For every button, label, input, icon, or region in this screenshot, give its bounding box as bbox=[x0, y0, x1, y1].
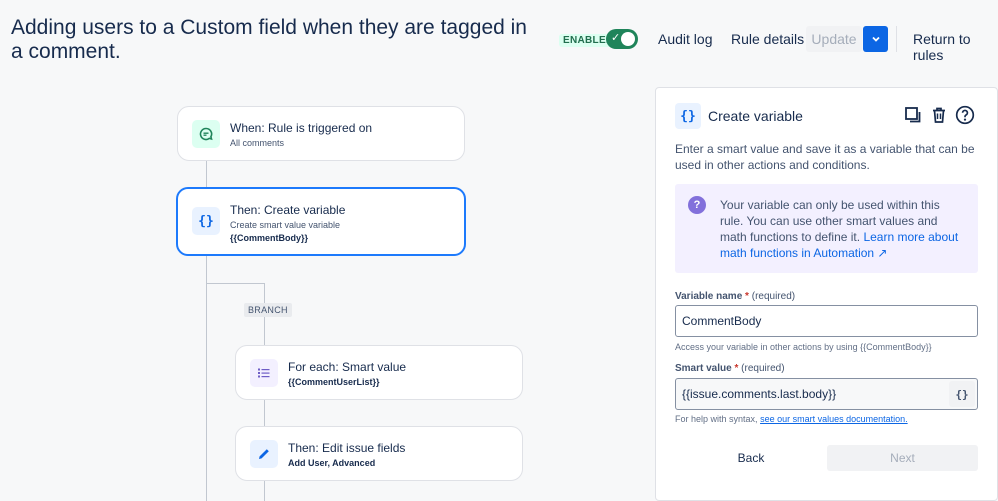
variable-icon: {} bbox=[675, 103, 701, 129]
connector-line bbox=[206, 255, 207, 501]
edit-fields-title: Then: Edit issue fields bbox=[288, 441, 406, 455]
question-icon: ? bbox=[688, 196, 706, 214]
connector-line bbox=[264, 399, 265, 427]
trigger-card[interactable]: When: Rule is triggered on All comments bbox=[177, 106, 465, 161]
connector-line bbox=[206, 160, 207, 188]
enabled-toggle[interactable]: ✓ bbox=[606, 29, 638, 49]
required-mark: * bbox=[745, 291, 749, 302]
update-button[interactable]: Update bbox=[806, 26, 862, 52]
variable-name-input[interactable]: CommentBody bbox=[675, 305, 978, 337]
config-panel: {} Create variable Enter a smart value a… bbox=[655, 87, 998, 501]
variable-name-value: CommentBody bbox=[682, 314, 762, 328]
create-variable-card[interactable]: {} Then: Create variable Create smart va… bbox=[176, 187, 466, 256]
for-each-title: For each: Smart value bbox=[288, 360, 407, 374]
panel-description: Enter a smart value and save it as a var… bbox=[675, 142, 975, 172]
smart-values-docs-link[interactable]: see our smart values documentation. bbox=[760, 414, 908, 424]
page-title: Adding users to a Custom field when they… bbox=[11, 16, 527, 63]
edit-fields-detail: Add User, Advanced bbox=[288, 458, 376, 468]
chevron-down-icon bbox=[871, 36, 880, 42]
required-text: (required) bbox=[741, 363, 785, 374]
comment-icon bbox=[192, 120, 220, 148]
for-each-card[interactable]: For each: Smart value {{CommentUserList}… bbox=[235, 345, 523, 400]
trigger-title: When: Rule is triggered on bbox=[230, 121, 373, 135]
trash-icon[interactable] bbox=[928, 104, 950, 126]
list-icon bbox=[250, 359, 278, 387]
back-button[interactable]: Back bbox=[706, 445, 796, 471]
smart-value-input[interactable]: {{issue.comments.last.body}} {} bbox=[675, 378, 978, 410]
info-text-block: Your variable can only be used within th… bbox=[720, 197, 965, 261]
connector-line bbox=[206, 283, 264, 284]
panel-title: Create variable bbox=[708, 108, 803, 124]
info-message: ? Your variable can only be used within … bbox=[675, 184, 978, 273]
variable-name-label: Variable name * (required) bbox=[675, 291, 795, 302]
help-icon[interactable] bbox=[954, 104, 976, 126]
pencil-icon bbox=[250, 440, 278, 468]
required-text: (required) bbox=[751, 291, 796, 302]
syntax-help: For help with syntax, see our smart valu… bbox=[675, 414, 908, 424]
smart-value-label-text: Smart value bbox=[675, 363, 732, 374]
rule-details-button[interactable]: Rule details bbox=[731, 31, 804, 47]
connector-line bbox=[264, 481, 265, 501]
variable-icon: {} bbox=[192, 207, 220, 235]
for-each-detail: {{CommentUserList}} bbox=[288, 377, 380, 387]
divider bbox=[896, 26, 897, 52]
branch-label: BRANCH bbox=[244, 303, 292, 317]
smart-value-value: {{issue.comments.last.body}} bbox=[682, 387, 837, 401]
duplicate-icon[interactable] bbox=[902, 104, 924, 126]
audit-log-button[interactable]: Audit log bbox=[658, 31, 712, 47]
create-variable-detail: {{CommentBody}} bbox=[230, 233, 309, 243]
variable-name-help: Access your variable in other actions by… bbox=[675, 342, 932, 352]
create-variable-subtitle: Create smart value variable bbox=[230, 220, 341, 230]
edit-fields-card[interactable]: Then: Edit issue fields Add User, Advanc… bbox=[235, 426, 523, 481]
required-mark: * bbox=[734, 363, 739, 374]
create-variable-title: Then: Create variable bbox=[230, 203, 346, 217]
smart-value-label: Smart value * (required) bbox=[675, 363, 785, 374]
syntax-help-text: For help with syntax, bbox=[675, 414, 758, 424]
trigger-subtitle: All comments bbox=[230, 138, 285, 148]
variable-name-label-text: Variable name bbox=[675, 291, 743, 302]
check-icon: ✓ bbox=[611, 32, 621, 44]
next-button[interactable]: Next bbox=[827, 445, 978, 471]
return-to-rules-button[interactable]: Return to rules bbox=[913, 31, 998, 63]
update-dropdown-button[interactable] bbox=[863, 26, 888, 52]
toggle-knob bbox=[621, 32, 635, 46]
smart-value-picker-button[interactable]: {} bbox=[949, 381, 975, 407]
